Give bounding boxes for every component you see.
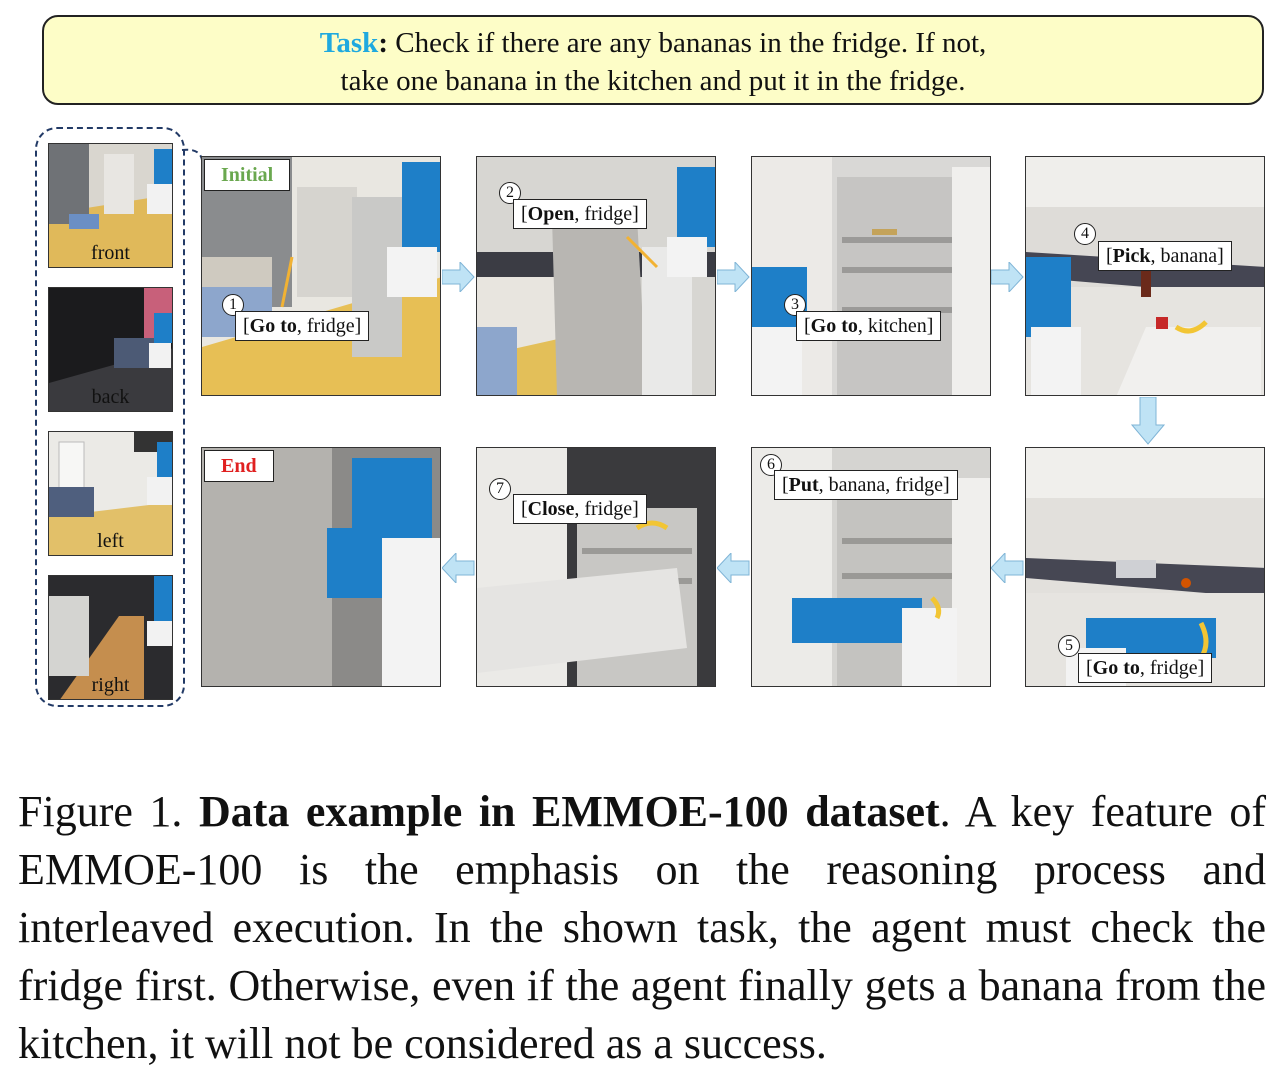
- arrow-5-to-6: [991, 553, 1024, 583]
- arrow-4-to-5: [1131, 397, 1165, 445]
- frame-step-4: 4 [Pick, banana]: [1025, 156, 1265, 396]
- task-text-2: take one banana in the kitchen and put i…: [340, 65, 966, 97]
- frame-step-5: 5 [Go to, fridge]: [1025, 447, 1265, 687]
- step-5-number: 5: [1058, 635, 1080, 657]
- figure-caption: Figure 1. Data example in EMMOE-100 data…: [18, 783, 1266, 1073]
- frame-step-7: 7 [Close, fridge]: [476, 447, 716, 687]
- step-4-number: 4: [1074, 223, 1096, 245]
- arrow-7-to-end: [442, 553, 475, 583]
- view-front: front: [48, 143, 173, 268]
- task-text-1: Check if there are any bananas in the fr…: [395, 27, 987, 59]
- step-6-action: [Put, banana, fridge]: [774, 470, 958, 500]
- step-1-action: [Go to, fridge]: [235, 311, 370, 341]
- step-4-action: [Pick, banana]: [1098, 241, 1232, 271]
- view-right: right: [48, 575, 173, 700]
- frame-initial-image: [202, 157, 440, 395]
- step-7-action: [Close, fridge]: [513, 494, 647, 524]
- step-3-action: [Go to, kitchen]: [796, 311, 942, 341]
- arrow-6-to-7: [717, 553, 750, 583]
- task-line-1: Task: Check if there are any bananas in …: [44, 24, 1262, 62]
- task-label: Task: [319, 27, 379, 59]
- view-left: left: [48, 431, 173, 556]
- step-2-action: [Open, fridge]: [513, 199, 647, 229]
- frame-step-3: 3 [Go to, kitchen]: [751, 156, 991, 396]
- frame-initial: Initial 1 [Go to, fridge]: [201, 156, 441, 396]
- view-label-front: front: [91, 242, 130, 264]
- task-colon: :: [378, 27, 388, 59]
- view-label-right: right: [91, 674, 130, 696]
- arrow-1-to-2: [442, 262, 475, 292]
- initial-label: Initial: [204, 159, 291, 191]
- view-label-back: back: [91, 386, 130, 408]
- frame-step-6: 6 [Put, banana, fridge]: [751, 447, 991, 687]
- frame-end: End: [201, 447, 441, 687]
- step-5-action: [Go to, fridge]: [1078, 653, 1213, 683]
- step-7-number: 7: [489, 478, 511, 500]
- end-label: End: [204, 450, 274, 482]
- arrow-2-to-3: [717, 262, 750, 292]
- frame-step-2: 2 [Open, fridge]: [476, 156, 716, 396]
- view-label-left: left: [97, 530, 124, 552]
- arrow-3-to-4: [991, 262, 1024, 292]
- task-banner: Task: Check if there are any bananas in …: [42, 15, 1264, 105]
- frame-step-7-image: [477, 448, 715, 686]
- caption-prefix: Figure 1.: [18, 787, 199, 836]
- caption-title: Data example in EMMOE-100 dataset: [198, 787, 940, 836]
- frame-step-4-image: [1026, 157, 1264, 395]
- view-back: back: [48, 287, 173, 412]
- frame-end-image: [202, 448, 440, 686]
- frame-step-3-image: [752, 157, 990, 395]
- views-panel: front back left right: [35, 127, 185, 707]
